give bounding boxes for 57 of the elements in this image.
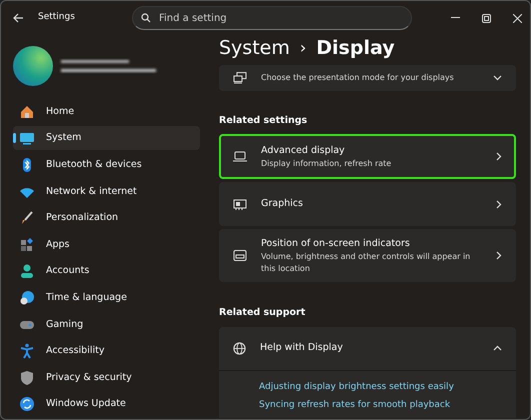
section-heading: Related settings [219, 114, 308, 128]
card-description: Volume, brightness and other controls will appear in this location [261, 250, 472, 275]
sidebar-item[interactable]: Accessibility [13, 339, 200, 364]
sidebar-item[interactable]: Privacy & security [13, 366, 200, 390]
settings-card[interactable]: Position of on-screen indicators Volume, brightness and other controls will appear in this location [219, 229, 516, 282]
sidebar-item[interactable]: System [13, 126, 200, 150]
update-icon [19, 396, 35, 412]
monitor-icon [19, 130, 35, 146]
close-icon[interactable] [513, 14, 522, 22]
card-title: Advanced display [261, 144, 346, 158]
search-icon [141, 13, 151, 23]
window-title: Settings [38, 11, 76, 24]
card-title: Position of on-screen indicators [261, 236, 411, 251]
apps-icon [19, 236, 35, 253]
paintbrush-icon [19, 210, 35, 226]
settings-card[interactable]: Advanced display Display information, refresh rate [219, 134, 516, 180]
chevron-right-icon [496, 152, 502, 162]
graphics-card-icon [233, 198, 247, 211]
chevron-right-icon [496, 251, 502, 260]
page-title: Display [316, 36, 395, 61]
chevron-right-icon [496, 200, 502, 209]
sidebar-item[interactable]: Bluetooth & devices [13, 153, 200, 178]
card-description: Display information, refresh rate [261, 158, 392, 170]
avatar [13, 46, 53, 86]
chevron-down-icon [493, 75, 502, 81]
section-heading: Related support [219, 306, 306, 320]
help-title: Help with Display [260, 340, 343, 355]
breadcrumb-parent[interactable]: System [219, 34, 290, 62]
accessibility-icon [19, 343, 35, 360]
back-icon[interactable] [13, 13, 24, 23]
globe-clock-icon [19, 290, 35, 306]
person-icon [19, 263, 35, 280]
sidebar-item[interactable]: Gaming [13, 312, 200, 337]
sidebar-item[interactable]: Network & internet [13, 180, 200, 204]
maximize-icon[interactable] [482, 14, 491, 22]
settings-card[interactable]: Choose the presentation mode for your displays [219, 65, 516, 91]
sidebar-item[interactable]: Windows Update [13, 392, 200, 416]
multiple-displays-icon [233, 72, 247, 84]
help-link[interactable]: Syncing refresh rates for smooth playback [259, 399, 516, 412]
minimize-icon[interactable] [451, 17, 460, 19]
settings-card[interactable]: Graphics [219, 182, 516, 226]
laptop-icon [233, 150, 247, 164]
shield-icon [19, 370, 35, 386]
sidebar-item[interactable]: Personalization [13, 206, 200, 230]
home-icon [19, 104, 35, 120]
sidebar-item[interactable]: Home [13, 100, 200, 124]
breadcrumb-separator: › [300, 37, 306, 59]
search-field[interactable]: Find a setting [132, 6, 412, 30]
help-link[interactable]: Adjusting display brightness settings easily [259, 380, 516, 394]
card-description: Choose the presentation mode for your displays [261, 72, 454, 84]
globe-icon [233, 342, 246, 354]
sidebar-item[interactable]: Apps [13, 232, 200, 257]
screen-indicator-icon [233, 249, 247, 262]
sidebar-item[interactable]: Time & language [13, 286, 200, 310]
sidebar-item[interactable]: Accounts [13, 259, 200, 284]
card-title: Graphics [261, 197, 304, 212]
help-header[interactable]: Help with Display [219, 326, 516, 370]
